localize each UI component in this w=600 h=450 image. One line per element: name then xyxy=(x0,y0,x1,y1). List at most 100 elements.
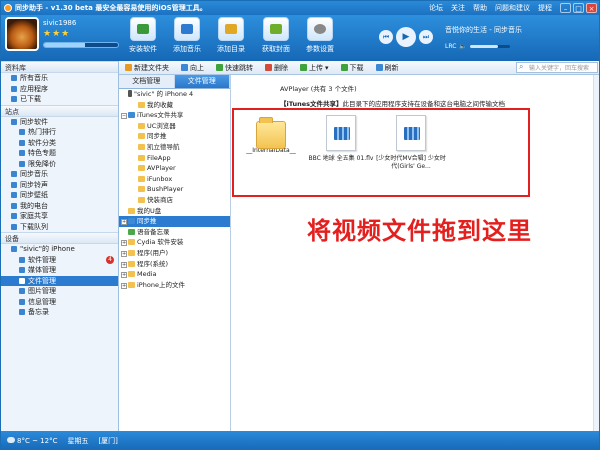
folder-icon xyxy=(138,154,145,161)
new-folder-button[interactable]: 新建文件夹 xyxy=(119,62,175,74)
tree-item[interactable]: FileApp xyxy=(119,153,230,164)
up-button[interactable]: 向上 xyxy=(175,62,210,74)
sidebar-item-sync-music[interactable]: 同步音乐 xyxy=(1,169,118,180)
sidebar-item-download-queue[interactable]: 下载队列 xyxy=(1,222,118,233)
nav-forum[interactable]: 论坛 xyxy=(429,1,443,15)
get-cover-button[interactable]: 获取封面 xyxy=(254,17,298,54)
tree-item[interactable]: UC浏览器 xyxy=(119,121,230,132)
sidebar-item-home-sharing[interactable]: 家庭共享 xyxy=(1,211,118,222)
tree-item[interactable]: iFunbox xyxy=(119,174,230,185)
prev-track-icon[interactable]: ⏮ xyxy=(379,30,393,44)
delete-label: 删除 xyxy=(274,63,288,72)
sidebar-item-my-radio[interactable]: 我的电台 xyxy=(1,201,118,212)
download-icon xyxy=(340,64,348,71)
folder-icon xyxy=(138,165,145,172)
collapse-icon[interactable]: − xyxy=(121,113,127,120)
sidebar-item-sync-software[interactable]: 同步软件 xyxy=(1,117,118,128)
sidebar-item-all-music[interactable]: 所有音乐 xyxy=(1,73,118,84)
sidebar-item-software-mgmt[interactable]: 软件管理 4 xyxy=(1,255,118,266)
file-item[interactable]: __InternalData__ xyxy=(236,115,306,155)
sidebar-item-sync-wallpapers[interactable]: 同步壁纸 xyxy=(1,190,118,201)
tree-item[interactable]: + iPhone上的文件 xyxy=(119,280,230,291)
tree-item[interactable]: 快装商店 xyxy=(119,195,230,206)
sidebar-item-categories[interactable]: 软件分类 xyxy=(1,138,118,149)
tree-item[interactable]: "sivic" 的 iPhone 4 xyxy=(119,89,230,100)
tree-item[interactable]: 我的U盘 xyxy=(119,206,230,217)
sidebar-item-media-mgmt[interactable]: 媒体管理 xyxy=(1,265,118,276)
nav-tip[interactable]: 提程 xyxy=(538,1,552,15)
delete-button[interactable]: 删除 xyxy=(259,62,294,74)
quick-jump-button[interactable]: 快速跳转 xyxy=(210,62,259,74)
maximize-button[interactable]: □ xyxy=(573,3,584,13)
tree-item-label: iFunbox xyxy=(147,174,173,183)
nav-help[interactable]: 帮助 xyxy=(473,1,487,15)
sidebar-item-featured[interactable]: 特色专题 xyxy=(1,148,118,159)
refresh-button[interactable]: 刷新 xyxy=(370,62,405,74)
expand-icon[interactable]: + xyxy=(121,219,127,226)
sidebar-item-downloaded[interactable]: 已下载 xyxy=(1,94,118,105)
tree-item[interactable]: + 程序(系统) xyxy=(119,259,230,270)
radio-icon xyxy=(11,202,17,209)
volume-slider[interactable] xyxy=(469,45,510,48)
upload-label: 上传 xyxy=(309,63,323,72)
tree-item[interactable]: + 程序(用户) xyxy=(119,248,230,259)
sidebar-item-file-mgmt[interactable]: 文件管理 xyxy=(1,275,118,286)
tree-item[interactable]: 我的收藏 xyxy=(119,100,230,111)
tree-item[interactable]: + 同步推 xyxy=(119,216,230,227)
itunes-share-info: 【iTunes文件共享】此目录下的应用程序支持在设备和这台电脑之间传输文档 xyxy=(280,98,505,108)
song-title: 音悦你的生活 - 同步音乐 xyxy=(445,26,522,34)
city[interactable]: [厦门] xyxy=(98,431,117,449)
apps-icon xyxy=(11,85,17,92)
sidebar-item-sync-ringtones[interactable]: 同步铃声 xyxy=(1,180,118,191)
tab-file-mgmt[interactable]: 文件管理 xyxy=(174,75,230,88)
tree-item[interactable]: 同步推 xyxy=(119,131,230,142)
upload-button[interactable]: 上传 ▾ xyxy=(294,62,335,74)
tree-item[interactable]: 语音备忘录 xyxy=(119,227,230,238)
sidebar-item-free-deals[interactable]: 限免降价 xyxy=(1,159,118,170)
close-button[interactable]: × xyxy=(586,3,597,13)
chevron-down-icon[interactable]: ▾ xyxy=(325,64,329,72)
settings-button[interactable]: 参数设置 xyxy=(298,17,342,54)
tab-document-mgmt[interactable]: 文档管理 xyxy=(119,75,175,88)
expand-icon[interactable]: + xyxy=(121,282,127,289)
expand-icon[interactable]: + xyxy=(121,250,127,257)
minimize-button[interactable]: – xyxy=(560,3,571,13)
sidebar-item-notes[interactable]: 备忘录 xyxy=(1,307,118,318)
add-music-button[interactable]: 添加音乐 xyxy=(165,17,209,54)
search-input[interactable]: 输入关键字，回车搜索 xyxy=(516,62,598,73)
tree-item[interactable]: + Cydia 软件安装 xyxy=(119,237,230,248)
sidebar-item-label: 软件分类 xyxy=(28,138,56,147)
info-title: 【iTunes文件共享】 xyxy=(280,100,343,108)
sidebar-item-photo-mgmt[interactable]: 图片管理 xyxy=(1,286,118,297)
add-folder-button[interactable]: 添加目录 xyxy=(209,17,253,54)
tree-item[interactable]: + Media xyxy=(119,269,230,280)
tree-item[interactable]: − iTunes文件共享 xyxy=(119,110,230,121)
avatar[interactable] xyxy=(5,17,39,51)
play-icon[interactable]: ▶ xyxy=(396,27,416,47)
level-progress-bar xyxy=(43,42,119,48)
lrc-toggle[interactable]: LRC xyxy=(445,43,456,50)
nav-feedback[interactable]: 问题和建议 xyxy=(495,1,530,15)
download-button[interactable]: 下载 xyxy=(335,62,370,74)
tree-item[interactable]: 凯立德导航 xyxy=(119,142,230,153)
install-software-button[interactable]: 安装软件 xyxy=(121,17,165,54)
tree-item[interactable]: BushPlayer xyxy=(119,184,230,195)
tree-item-label: AVPlayer xyxy=(147,164,176,173)
sidebar-item-device[interactable]: "sivic"的 iPhone xyxy=(1,244,118,255)
file-item[interactable]: [少女时代MV合辑] 少女时代(Girls' Ge... xyxy=(376,115,446,171)
tree-item[interactable]: AVPlayer xyxy=(119,163,230,174)
expand-icon[interactable]: + xyxy=(121,261,127,268)
file-item[interactable]: BBC 地球 全五集 01.flv xyxy=(306,115,376,163)
tree-tabs: 文档管理 文件管理 xyxy=(119,75,230,89)
expand-icon[interactable]: + xyxy=(121,272,127,279)
sidebar-item-apps[interactable]: 应用程序 xyxy=(1,84,118,95)
nav-follow[interactable]: 关注 xyxy=(451,1,465,15)
jump-icon xyxy=(216,64,223,71)
sidebar-item-top-charts[interactable]: 热门排行 xyxy=(1,127,118,138)
scrollbar[interactable] xyxy=(593,75,599,431)
featured-icon xyxy=(19,150,25,156)
expand-icon[interactable]: + xyxy=(121,240,127,247)
next-track-icon[interactable]: ⏭ xyxy=(419,30,433,44)
app-title: 同步助手 - v1.30 beta 最安全最容易使用的iOS管理工具。 xyxy=(15,4,207,12)
sidebar-item-message-mgmt[interactable]: 信息管理 xyxy=(1,297,118,308)
